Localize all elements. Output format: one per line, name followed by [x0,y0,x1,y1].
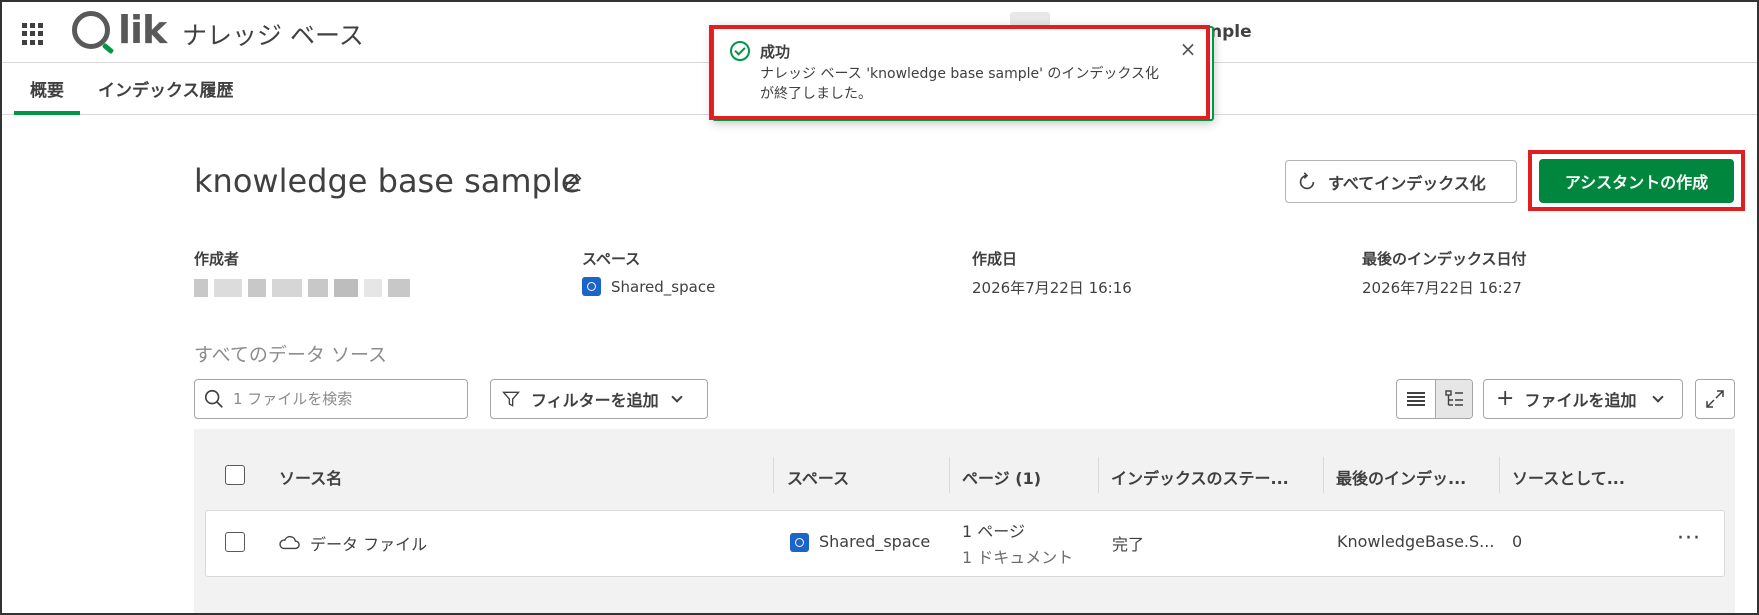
search-icon [204,389,223,408]
chevron-down-icon [671,391,683,403]
created-value: 2026年7月22日 16:16 [972,279,1132,297]
list-view-icon [1406,392,1425,406]
filter-icon [502,391,520,407]
meta-creator: 作成者 [194,248,410,297]
row-status: 完了 [1112,535,1145,554]
toast-title: 成功 [760,43,791,61]
more-options-icon[interactable]: ··· [1677,526,1701,551]
create-assistant-button[interactable]: アシスタントの作成 [1539,159,1734,203]
search-input[interactable] [233,390,453,408]
space-icon [790,533,809,552]
row-as-source: 0 [1512,532,1523,551]
column-header-as-source[interactable]: ソースとして... [1512,465,1625,489]
row-last-index: KnowledgeBase.S... [1337,532,1495,551]
tab-overview[interactable]: 概要 [14,76,80,115]
creator-label: 作成者 [194,250,240,268]
index-all-button[interactable]: すべてインデックス化 [1285,160,1517,203]
column-divider [773,457,774,493]
last-index-label: 最後のインデックス日付 [1362,250,1527,268]
row-documents: 1 ドキュメント [962,548,1074,567]
column-header-pages[interactable]: ページ (1) [962,465,1041,489]
space-icon [582,277,601,296]
last-index-value: 2026年7月22日 16:27 [1362,279,1522,297]
index-all-label: すべてインデックス化 [1328,173,1486,193]
add-filter-button[interactable]: フィルターを追加 [490,379,708,419]
plus-icon: + [1496,386,1515,411]
meta-created: 作成日 2026年7月22日 16:16 [972,248,1132,298]
row-pages: 1 ページ [962,522,1025,541]
created-label: 作成日 [972,250,1018,268]
search-box[interactable] [194,379,468,419]
row-source-name[interactable]: データ ファイル [310,531,427,555]
column-header-source-name[interactable]: ソース名 [279,465,342,489]
qlik-logo[interactable]: lik [72,8,167,52]
column-header-space[interactable]: スペース [787,465,849,489]
tree-view-button[interactable] [1434,380,1472,418]
column-divider [1499,457,1500,493]
app-launcher-icon[interactable] [22,23,44,45]
column-header-index-status[interactable]: インデックスのステー... [1111,465,1289,489]
cloud-icon [279,535,300,550]
qlik-logo-mark [72,11,110,49]
list-view-button[interactable] [1397,380,1435,418]
row-checkbox[interactable] [225,532,245,552]
meta-last-index: 最後のインデックス日付 2026年7月22日 16:27 [1362,248,1527,298]
space-value-text: Shared_space [611,277,716,296]
tree-view-icon [1445,390,1463,406]
column-divider [949,457,950,493]
sources-title: すべてのデータ ソース [194,344,388,366]
add-file-button[interactable]: + ファイルを追加 [1483,379,1683,419]
check-circle-icon [730,41,750,61]
chevron-down-icon [1652,391,1665,403]
space-label: スペース [582,250,641,268]
toast-message: ナレッジ ベース 'knowledge base sample' のインデックス… [760,66,1159,102]
header-trailing-text: nple [1210,22,1252,42]
refresh-icon [1299,171,1315,189]
view-toggle [1396,379,1473,419]
app-frame: lik ナレッジ ベース nple 概要 インデックス履歴 knowledge … [0,0,1759,615]
select-all-checkbox[interactable] [225,465,245,485]
add-filter-label: フィルターを追加 [531,391,659,410]
column-header-last-index[interactable]: 最後のインデッ... [1336,465,1466,489]
expand-button[interactable] [1695,379,1735,419]
tab-index-history[interactable]: インデックス履歴 [82,76,250,115]
header-placeholder [1010,12,1050,26]
row-space[interactable]: Shared_space [819,532,930,551]
page-title: knowledge base sample [194,162,581,200]
pencil-icon[interactable] [562,171,584,193]
qlik-logo-text: lik [118,8,167,52]
column-divider [1323,457,1324,493]
space-value[interactable]: Shared_space [582,277,715,296]
add-file-label: ファイルを追加 [1524,391,1637,410]
column-divider [1098,457,1099,493]
creator-value-redacted [194,279,410,297]
expand-icon [1706,390,1724,408]
app-title: ナレッジ ベース [182,21,364,50]
close-icon[interactable]: × [1177,38,1199,60]
meta-space: スペース Shared_space [582,248,715,296]
